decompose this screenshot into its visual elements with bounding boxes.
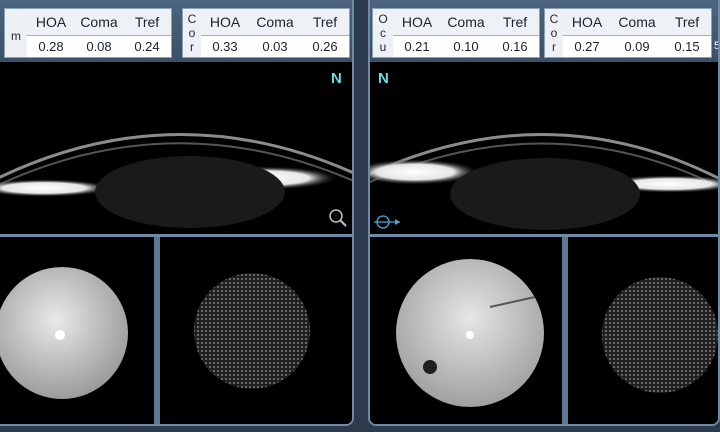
left-cor-coma-cell: Coma 0.03 bbox=[249, 9, 302, 57]
left-ocu-hoa-value: 0.28 bbox=[27, 36, 75, 57]
right-cor-hoa-label: HOA bbox=[563, 9, 611, 36]
right-cor-hoa-cell: HOA 0.27 bbox=[563, 9, 612, 57]
left-cor-tref-cell: Tref 0.26 bbox=[301, 9, 349, 57]
right-hartmann-spot-image[interactable] bbox=[568, 237, 718, 424]
right-cor-tref-label: Tref bbox=[663, 9, 711, 36]
left-cor-coma-value: 0.03 bbox=[249, 36, 301, 57]
left-scheimpflug-graphic bbox=[0, 133, 352, 228]
right-ocu-coma-cell: Coma 0.10 bbox=[441, 9, 492, 57]
left-scheimpflug-image[interactable]: N bbox=[0, 62, 352, 237]
right-pupil-image[interactable] bbox=[370, 237, 562, 424]
right-cut-label: 5 bbox=[714, 40, 720, 52]
left-cor-tref-value: 0.26 bbox=[301, 36, 349, 57]
left-pupil-graphic bbox=[0, 267, 128, 399]
right-spot-graphic bbox=[602, 277, 718, 393]
left-ocular-vertical-label: m bbox=[5, 9, 28, 57]
right-cor-coma-cell: Coma 0.09 bbox=[611, 9, 664, 57]
left-cor-coma-label: Coma bbox=[249, 9, 301, 36]
left-cor-letter: o bbox=[188, 26, 196, 40]
right-ocu-letter: c bbox=[380, 26, 386, 40]
left-eye-panel: m HOA 0.28 Coma 0.08 Tref 0.24 C o r HOA… bbox=[0, 0, 354, 426]
right-ocu-hoa-cell: HOA 0.21 bbox=[393, 9, 442, 57]
right-metrics-header: O c u HOA 0.21 Coma 0.10 Tref 0.16 C o r bbox=[370, 0, 718, 62]
left-metrics-header: m HOA 0.28 Coma 0.08 Tref 0.24 C o r HOA… bbox=[0, 0, 352, 62]
right-ocu-tref-cell: Tref 0.16 bbox=[491, 9, 539, 57]
left-cor-tref-label: Tref bbox=[301, 9, 349, 36]
right-ocu-tref-label: Tref bbox=[491, 9, 539, 36]
left-ocu-hoa-cell: HOA 0.28 bbox=[27, 9, 76, 57]
left-ocu-coma-label: Coma bbox=[75, 9, 123, 36]
left-cor-hoa-cell: HOA 0.33 bbox=[201, 9, 250, 57]
right-pupil-graphic bbox=[396, 259, 544, 407]
right-corneal-vertical-label: C o r bbox=[545, 9, 564, 57]
left-hartmann-spot-image[interactable] bbox=[160, 237, 352, 424]
left-ocu-tref-value: 0.24 bbox=[123, 36, 171, 57]
left-ocular-metrics-box: m HOA 0.28 Coma 0.08 Tref 0.24 bbox=[4, 8, 172, 58]
left-corneal-metrics-box: C o r HOA 0.33 Coma 0.03 Tref 0.26 bbox=[182, 8, 350, 58]
left-ocu-coma-value: 0.08 bbox=[75, 36, 123, 57]
right-cor-hoa-value: 0.27 bbox=[563, 36, 611, 57]
right-ocu-letter: u bbox=[379, 40, 387, 54]
right-cor-coma-value: 0.09 bbox=[611, 36, 663, 57]
left-cor-letter: C bbox=[187, 12, 197, 26]
left-cor-letter: r bbox=[190, 40, 194, 54]
left-cut-label: m bbox=[11, 29, 21, 43]
right-ocu-hoa-value: 0.21 bbox=[393, 36, 441, 57]
left-cor-hoa-value: 0.33 bbox=[201, 36, 249, 57]
right-corneal-metrics-box: C o r HOA 0.27 Coma 0.09 Tref 0.15 bbox=[544, 8, 712, 58]
left-cor-hoa-label: HOA bbox=[201, 9, 249, 36]
left-ocu-coma-cell: Coma 0.08 bbox=[75, 9, 124, 57]
right-ocu-coma-value: 0.10 bbox=[441, 36, 491, 57]
right-ocu-letter: O bbox=[378, 12, 388, 26]
right-cor-tref-cell: Tref 0.15 bbox=[663, 9, 711, 57]
left-spot-graphic bbox=[194, 273, 310, 389]
right-nasal-label: N bbox=[378, 70, 389, 87]
right-ocular-vertical-label: O c u bbox=[373, 9, 394, 57]
left-ocu-tref-cell: Tref 0.24 bbox=[123, 9, 171, 57]
right-scheimpflug-graphic bbox=[370, 133, 718, 230]
magnifier-icon[interactable] bbox=[328, 208, 348, 228]
right-eye-panel: O c u HOA 0.21 Coma 0.10 Tref 0.16 C o r bbox=[368, 0, 720, 426]
right-cor-letter: o bbox=[550, 26, 558, 40]
left-corneal-vertical-label: C o r bbox=[183, 9, 202, 57]
right-ocular-metrics-box: O c u HOA 0.21 Coma 0.10 Tref 0.16 bbox=[372, 8, 540, 58]
right-scheimpflug-image[interactable]: N bbox=[370, 62, 718, 237]
right-ocu-tref-value: 0.16 bbox=[491, 36, 539, 57]
right-cor-tref-value: 0.15 bbox=[663, 36, 711, 57]
right-cor-coma-label: Coma bbox=[611, 9, 663, 36]
right-cor-letter: C bbox=[549, 12, 559, 26]
right-ocu-hoa-label: HOA bbox=[393, 9, 441, 36]
right-cor-letter: r bbox=[552, 40, 556, 54]
left-ocu-hoa-label: HOA bbox=[27, 9, 75, 36]
crosshair-arrow-icon[interactable] bbox=[374, 212, 402, 232]
left-nasal-label: N bbox=[331, 70, 342, 87]
left-ocu-tref-label: Tref bbox=[123, 9, 171, 36]
left-pupil-image[interactable] bbox=[0, 237, 154, 424]
right-ocu-coma-label: Coma bbox=[441, 9, 491, 36]
